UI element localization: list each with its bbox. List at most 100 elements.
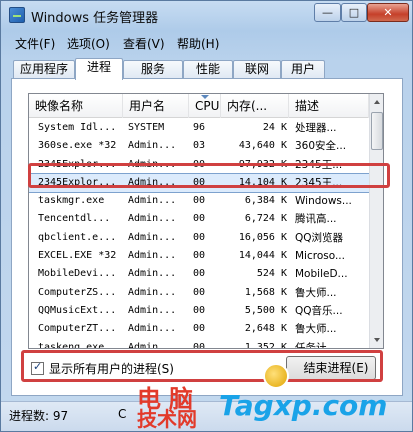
- scroll-down-arrow-icon[interactable]: [370, 332, 383, 348]
- table-row[interactable]: 2345Explor... Admin... 00 14,104 K 2345王...: [29, 172, 370, 194]
- vertical-scrollbar[interactable]: [369, 94, 383, 348]
- watermark-site: Tagxp.com: [219, 389, 388, 422]
- column-description[interactable]: 描述: [289, 94, 369, 118]
- watermark-badge-icon: [263, 363, 289, 389]
- process-cpu: 00: [193, 250, 206, 262]
- table-row[interactable]: 2345Explor... Admin... 00 97,932 K 2345王...: [29, 156, 369, 174]
- process-name: QQMusicExt...: [38, 304, 117, 316]
- process-memory: 524 K: [256, 268, 287, 280]
- process-name: EXCEL.EXE *32: [38, 250, 117, 262]
- tab-users[interactable]: 用户: [281, 60, 325, 79]
- tab-performance[interactable]: 性能: [183, 60, 233, 79]
- sort-descending-icon: [201, 95, 209, 99]
- process-memory: 1,352 K: [244, 341, 287, 349]
- process-user: SYSTEM: [128, 122, 165, 133]
- table-row[interactable]: System Idl... SYSTEM 96 24 K 处理器...: [29, 119, 369, 137]
- task-manager-icon: [9, 7, 25, 23]
- menu-options[interactable]: 选项(O): [67, 35, 110, 52]
- column-image-name[interactable]: 映像名称: [29, 94, 123, 118]
- menu-help[interactable]: 帮助(H): [177, 35, 219, 52]
- tab-processes[interactable]: 进程: [75, 58, 123, 80]
- title-bar[interactable]: Windows 任务管理器 — □ ✕: [1, 1, 412, 31]
- process-cpu: 00: [193, 323, 206, 335]
- process-description: QQ音乐...: [295, 304, 343, 317]
- process-memory: 14,104 K: [238, 176, 287, 188]
- show-all-users-label: 显示所有用户的进程(S): [49, 362, 174, 376]
- table-row[interactable]: taskmgr.exe Admin... 00 6,384 K Windows...: [29, 192, 369, 210]
- process-description: 鲁大师...: [295, 286, 337, 299]
- window-title: Windows 任务管理器: [31, 11, 159, 26]
- process-user: Admin...: [128, 140, 177, 152]
- process-user: Admin...: [128, 213, 177, 225]
- tab-networking[interactable]: 联网: [233, 60, 281, 79]
- process-description: 腾讯高...: [295, 213, 337, 226]
- cpu-usage-partial: C: [118, 407, 127, 421]
- tab-services[interactable]: 服务: [123, 60, 183, 79]
- process-list[interactable]: 映像名称 用户名 CPU 内存(... 描述 System Idl... SYST…: [28, 93, 384, 349]
- process-memory: 1,568 K: [244, 286, 287, 298]
- process-name: 2345Explor...: [38, 158, 117, 170]
- process-memory: 5,500 K: [244, 304, 287, 316]
- watermark-jishuwang: 技术网: [137, 407, 197, 431]
- process-memory: 14,044 K: [238, 250, 287, 262]
- process-user: Admin...: [128, 323, 177, 335]
- process-name: taskmgr.exe: [38, 195, 105, 207]
- process-description: 处理器...: [295, 122, 337, 134]
- process-description: QQ浏览器: [295, 231, 344, 244]
- close-button[interactable]: ✕: [367, 3, 409, 22]
- process-memory: 24 K: [262, 122, 287, 133]
- process-description: Windows...: [295, 195, 352, 208]
- process-cpu: 00: [193, 304, 206, 316]
- table-row[interactable]: EXCEL.EXE *32 Admin... 00 14,044 K Microso..…: [29, 247, 369, 265]
- process-name: ComputerZS...: [38, 286, 117, 298]
- menu-bar: 文件(F) 选项(O) 查看(V) 帮助(H): [1, 32, 412, 52]
- table-row[interactable]: ComputerZT... Admin... 00 2,648 K 鲁大师...: [29, 320, 369, 338]
- table-row[interactable]: MobileDevi... Admin... 00 524 K MobileD...: [29, 265, 369, 283]
- task-manager-window: Windows 任务管理器 — □ ✕ 文件(F) 选项(O) 查看(V) 帮助…: [0, 0, 413, 432]
- end-process-button[interactable]: 结束进程(E): [286, 356, 376, 380]
- menu-view[interactable]: 查看(V): [123, 35, 165, 52]
- process-rows: System Idl... SYSTEM 96 24 K 处理器... 360se.exe…: [29, 119, 370, 349]
- scroll-up-arrow-icon[interactable]: [370, 94, 383, 110]
- column-memory[interactable]: 内存(...: [221, 94, 289, 118]
- process-user: Admin...: [128, 231, 177, 243]
- table-row[interactable]: ComputerZS... Admin... 00 1,568 K 鲁大师...: [29, 284, 369, 302]
- minimize-button[interactable]: —: [314, 3, 341, 22]
- process-description: MobileD...: [295, 268, 348, 281]
- process-memory: 16,056 K: [238, 231, 287, 243]
- process-memory: 97,932 K: [238, 158, 287, 170]
- process-user: Admin...: [128, 268, 177, 280]
- process-name: Tencentdl...: [38, 213, 111, 225]
- menu-file[interactable]: 文件(F): [15, 35, 55, 52]
- table-row[interactable]: QQMusicExt... Admin... 00 5,500 K QQ音乐...: [29, 302, 369, 320]
- scroll-thumb[interactable]: [371, 112, 383, 150]
- process-name: qbclient.e...: [38, 231, 117, 243]
- table-row[interactable]: taskeng.exe Admin... 00 1,352 K 任务计...: [29, 339, 369, 349]
- process-cpu: 03: [193, 140, 206, 152]
- maximize-button[interactable]: □: [341, 3, 367, 22]
- process-name: ComputerZT...: [38, 323, 117, 335]
- process-user: Admin...: [128, 176, 177, 188]
- process-user: Admin...: [128, 304, 177, 316]
- process-user: Admin...: [128, 341, 177, 349]
- show-all-users-checkbox[interactable]: [31, 360, 44, 375]
- tab-strip: 应用程序 进程 服务 性能 联网 用户: [11, 58, 403, 80]
- process-user: Admin...: [128, 195, 177, 207]
- process-description: 2345王...: [295, 176, 343, 189]
- process-cpu: 00: [193, 213, 206, 225]
- process-name: MobileDevi...: [38, 268, 117, 280]
- process-memory: 6,724 K: [244, 213, 287, 225]
- process-cpu: 00: [193, 341, 206, 349]
- table-row[interactable]: qbclient.e... Admin... 00 16,056 K QQ浏览器: [29, 229, 369, 247]
- process-count: 进程数: 97: [9, 409, 69, 423]
- process-description: Microso...: [295, 250, 345, 263]
- table-row[interactable]: 360se.exe *32 Admin... 03 43,640 K 360安全...: [29, 137, 369, 155]
- process-cpu: 96: [193, 122, 206, 133]
- process-user: Admin...: [128, 250, 177, 262]
- process-memory: 6,384 K: [244, 195, 287, 207]
- tab-applications[interactable]: 应用程序: [13, 60, 75, 79]
- column-user-name[interactable]: 用户名: [123, 94, 189, 118]
- table-row[interactable]: Tencentdl... Admin... 00 6,724 K 腾讯高...: [29, 210, 369, 228]
- process-name: 2345Explor...: [38, 176, 117, 188]
- process-cpu: 00: [193, 286, 206, 298]
